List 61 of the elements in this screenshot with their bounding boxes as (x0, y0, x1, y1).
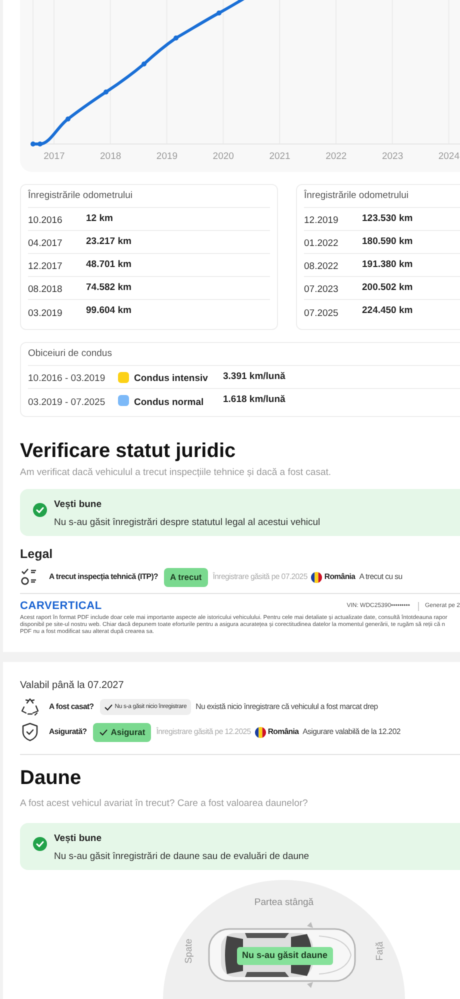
section-heading: Verificare statut juridic (20, 439, 237, 463)
table-cell-text: 48.701 km (86, 258, 132, 272)
axis-label: 2023 (382, 150, 404, 164)
check-circle-icon (33, 837, 47, 852)
side-label: Față (373, 942, 386, 961)
side-label: Spate (182, 938, 196, 964)
rate-text: 1.618 km/lună (223, 393, 286, 408)
flag-icon (311, 572, 322, 582)
notice-title: Vești bune (54, 498, 103, 512)
section-subtitle: Am verificat dacă vehiculul a trecut inspecțiile tehnice și dacă a fost casat. (20, 466, 332, 480)
habit-label: Condus normal (134, 396, 204, 408)
subsection-heading: Legal (20, 546, 54, 564)
axis-label: 2018 (100, 150, 122, 164)
habit-label: Condus intensiv (134, 373, 208, 384)
status-badge: A trecut (164, 568, 208, 586)
table-cell-text: 99.604 km (86, 304, 132, 318)
table-cell: 12.2017 (28, 261, 62, 272)
table-title: Obiceiuri de condus (28, 346, 112, 361)
validity-text: Valabil până la 07.2027 (20, 679, 125, 693)
table-cell-text: 191.380 km (362, 258, 413, 272)
flag-icon (254, 726, 266, 738)
table-cell-text: 23.217 km (86, 234, 132, 249)
table-cell: 12.2019 (304, 215, 338, 226)
table-cell: 01.2022 (304, 238, 338, 249)
table-cell: 08.2018 (28, 284, 62, 295)
notice-text: Nu s-au găsit înregistrări de daune sau de evaluări de daune (54, 850, 310, 864)
table-cell-text: 180.590 km (362, 234, 413, 249)
check-icon (98, 728, 108, 736)
table-cell-text: 12 km (86, 212, 113, 226)
notice-text: Nu s-au găsit înregistrări despre statutul legal al acestui vehicul (54, 516, 320, 530)
table-cell-text: 200.502 km (362, 280, 413, 295)
axis-label: 2020 (212, 150, 234, 164)
notice-title: Vești bune (54, 832, 103, 846)
axis-label: 2021 (269, 150, 290, 164)
period-text: 03.2019 - 07.2025 (28, 396, 106, 408)
check-circle-icon (33, 503, 47, 518)
section-subtitle: A fost acest vehicul avariat în trecut? Care a fost valoarea daunelor? (20, 797, 309, 811)
axis-label: 2019 (156, 150, 178, 164)
table-cell: 07.2023 (304, 284, 338, 295)
side-label: Partea stângă (254, 896, 314, 910)
table-cell: 04.2017 (28, 238, 62, 249)
axis-label: 2024 (438, 150, 460, 164)
period-text: 10.2016 - 03.2019 (28, 373, 106, 384)
table-cell: 08.2022 (304, 261, 338, 272)
rate-text: 3.391 km/lună (223, 370, 286, 384)
table-title: Înregistrările odometrului (28, 188, 133, 203)
damage-badge: Nu s-au găsit daune (237, 947, 333, 965)
table-cell-text: 224.450 km (362, 304, 413, 318)
status-badge: Asigurat (92, 722, 152, 742)
shield-check-icon (20, 722, 40, 742)
table-cell: 03.2019 (28, 308, 62, 318)
section-heading: Daune (20, 766, 82, 790)
table-cell-text: 123.530 km (362, 212, 413, 226)
table-cell: 07.2025 (304, 308, 338, 318)
table-cell-text: 74.582 km (86, 280, 132, 295)
brand-logo: CARVERTICAL (20, 599, 102, 614)
table-cell: 10.2016 (28, 215, 62, 226)
axis-label: 2022 (326, 150, 347, 164)
axis-label: 2017 (44, 150, 65, 164)
table-title: Înregistrările odometrului (304, 188, 409, 203)
check-icon (104, 702, 113, 712)
